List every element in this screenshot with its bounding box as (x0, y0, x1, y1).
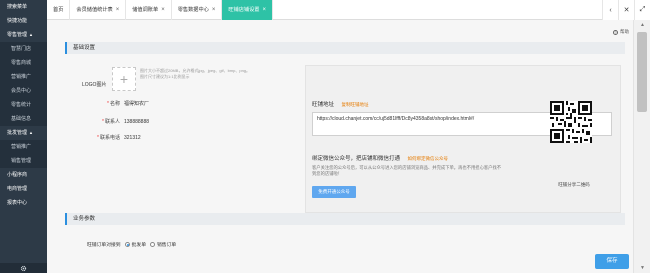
field-contact: *联系人 138888888 (87, 118, 149, 126)
sidebar-item-2[interactable]: 零售管理 ▲ (0, 28, 47, 42)
tab-1[interactable]: 会员储值统计表 × (70, 0, 127, 20)
tab-close-icon[interactable]: × (263, 0, 267, 20)
section-basic-settings: 基础设置 (65, 42, 625, 54)
required-mark: * (102, 119, 104, 125)
store-url-title: 旺铺地址 复制旺铺地址 (312, 102, 369, 108)
required-mark: * (97, 135, 99, 141)
radio-selected-icon (124, 242, 130, 247)
field-name-label: 名称 (109, 101, 120, 107)
field-name-input[interactable]: 福得知农厂 (124, 100, 149, 107)
field-phone: *联系电话 321312 (87, 134, 141, 142)
tab-close-icon[interactable]: × (116, 0, 120, 20)
field-name: *名称 福得知农厂 (87, 100, 149, 107)
close-icon[interactable]: ✕ (618, 0, 634, 20)
qr-caption: 旺铺分享二维码 (558, 182, 590, 187)
tab-actions: ‹ ✕ ⤢ (602, 0, 650, 20)
scroll-down-icon[interactable]: ▼ (634, 263, 650, 273)
sidebar-item-0[interactable]: 搜索菜单 (0, 0, 47, 14)
logo-hint: 图片大小不超过20MB，允许格式jpg、jpeg、gif、bmp、png。图片尺… (140, 68, 251, 79)
sidebar-item-5[interactable]: 营销推广 (0, 70, 47, 84)
qr-code-icon (550, 101, 592, 143)
field-contact-label: 联系人 (104, 119, 120, 125)
tab-3[interactable]: 零售数据中心 × (172, 0, 223, 20)
tab-list: 首页 会员储值统计表 × 储值调账单 × 零售数据中心 × 旺铺店铺设置 × (47, 0, 274, 20)
radio-wholesale[interactable]: 批发单 (124, 241, 146, 248)
radio-sales-order[interactable]: 销售订单 (150, 241, 176, 248)
sidebar-item-11[interactable]: 销售管理 (0, 154, 47, 168)
sidebar-item-7[interactable]: 零售统计 (0, 98, 47, 112)
tab-close-icon[interactable]: × (161, 0, 165, 20)
wechat-title: 绑定微信公众号，把店铺和微信打通 如何绑定微信公众号 (312, 156, 449, 162)
bind-wechat-button[interactable]: 免费开通公众号 (312, 186, 356, 198)
sidebar-item-6[interactable]: 会员中心 (0, 84, 47, 98)
sidebar-item-4[interactable]: 零售商城 (0, 56, 47, 70)
order-mode-row: 旺铺订单对接到 批发单 销售订单 (87, 241, 176, 248)
required-mark: * (107, 101, 109, 107)
wechat-description: 客户关注您的公众号后，可以从公众号进入您的店铺浏览商品、并完成下单。再也不用担心… (312, 165, 502, 176)
gear-icon (20, 265, 27, 271)
sidebar-item-9[interactable]: 批发管理 ▲ (0, 126, 47, 140)
sidebar-item-10[interactable]: 营销推广 (0, 140, 47, 154)
tab-bar: 首页 会员储值统计表 × 储值调账单 × 零售数据中心 × 旺铺店铺设置 × ‹ ✕ ⤢ (47, 0, 650, 20)
settings-content: ? 帮助 基础设置 LOGO图片 + 图片大小不超过20MB，允许格式jpg、j… (47, 20, 633, 273)
sidebar-item-14[interactable]: 报表中心 (0, 196, 47, 210)
field-phone-label: 联系电话 (99, 135, 120, 141)
radio-unselected-icon (150, 242, 155, 247)
caret-up-icon: ▲ (29, 130, 33, 135)
field-contact-input[interactable]: 138888888 (124, 119, 149, 125)
tab-close-icon[interactable]: × (212, 0, 216, 20)
help-label: 帮助 (620, 29, 629, 34)
field-phone-input[interactable]: 321312 (124, 135, 141, 141)
sidebar-menu: 搜索菜单 快捷功能 零售管理 ▲ 智慧门店 零售商城 营销推广 会员中心 零售统计 基础信息 批发管… (0, 0, 47, 210)
chevron-left-icon[interactable]: ‹ (602, 0, 618, 20)
caret-up-icon: ▲ (29, 32, 33, 37)
tab-4[interactable]: 旺铺店铺设置 × (222, 0, 274, 20)
tab-2[interactable]: 储值调账单 × (126, 0, 172, 20)
sidebar-item-12[interactable]: 小程序商 (0, 168, 47, 182)
scroll-thumb[interactable] (637, 32, 647, 112)
sidebar-item-8[interactable]: 基础信息 (0, 112, 47, 126)
section-business-params: 业务参数 (65, 213, 625, 225)
expand-icon[interactable]: ⤢ (634, 0, 650, 20)
order-mode-label: 旺铺订单对接到 (87, 243, 121, 248)
scroll-up-icon[interactable]: ▲ (634, 20, 650, 30)
sidebar-item-13[interactable]: 电商管理 (0, 182, 47, 196)
sidebar-item-1[interactable]: 快捷功能 (0, 14, 47, 28)
plus-icon: + (119, 71, 129, 87)
sidebar-item-3[interactable]: 智慧门店 (0, 42, 47, 56)
logo-upload[interactable]: + (112, 67, 136, 91)
copy-url-link[interactable]: 复制旺铺地址 (342, 102, 369, 107)
logo-label: LOGO图片 (82, 82, 107, 88)
question-icon: ? (613, 29, 618, 35)
help-link[interactable]: ? 帮助 (613, 29, 629, 35)
sidebar-settings-button[interactable] (0, 263, 47, 273)
wechat-help-link[interactable]: 如何绑定微信公众号 (408, 156, 449, 161)
save-button[interactable]: 保存 (595, 254, 629, 269)
tab-0[interactable]: 首页 (47, 0, 71, 20)
scrollbar[interactable]: ▲ ▼ (633, 20, 650, 273)
sidebar: 搜索菜单 快捷功能 零售管理 ▲ 智慧门店 零售商城 营销推广 会员中心 零售统计 基础信息 批发管… (0, 0, 47, 273)
